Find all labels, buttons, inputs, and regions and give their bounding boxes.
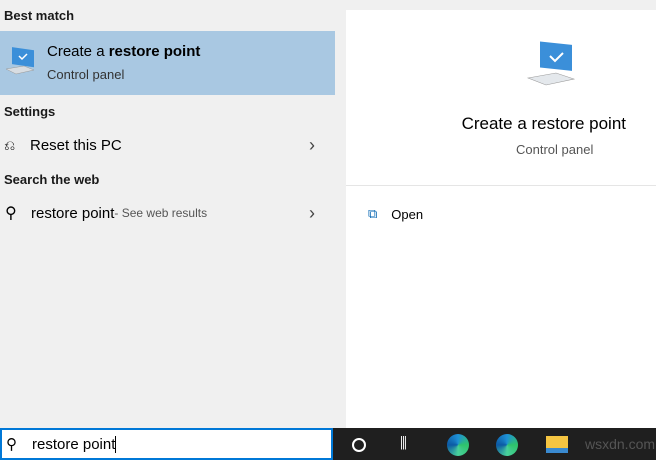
open-icon: ⧉ xyxy=(368,206,378,221)
best-match-subtitle: Control panel xyxy=(47,67,125,82)
best-match-title: Create a restore point xyxy=(47,43,201,60)
results-panel: Best match Create a restore point Contro… xyxy=(0,0,335,428)
chevron-right-icon: › xyxy=(309,134,315,155)
open-label: Open xyxy=(391,206,424,222)
settings-header: Settings xyxy=(4,104,56,119)
reset-pc-item[interactable]: ⎌ Reset this PC › xyxy=(0,129,335,161)
task-view-icon[interactable]: ⫼ xyxy=(400,435,407,452)
chevron-right-icon: › xyxy=(309,202,315,223)
best-match-header: Best match xyxy=(4,8,75,23)
search-icon: ⚲ xyxy=(6,436,17,453)
preview-subtitle: Control panel xyxy=(516,142,594,157)
edge-icon[interactable] xyxy=(496,434,518,456)
computer-icon xyxy=(5,47,35,75)
edge-icon[interactable] xyxy=(447,434,469,456)
preview-panel: Create a restore point Control panel ⧉ O… xyxy=(346,10,656,428)
reset-icon: ⎌ xyxy=(4,136,16,153)
reset-pc-label: Reset this PC xyxy=(30,136,122,154)
search-input[interactable]: restore point xyxy=(32,435,117,453)
search-icon: ⚲ xyxy=(5,205,17,222)
web-suffix: - See web results xyxy=(114,206,208,220)
watermark: wsxdn.com xyxy=(585,436,656,452)
web-search-item[interactable]: ⚲ restore point - See web results › xyxy=(0,197,335,229)
divider xyxy=(346,185,656,186)
best-match-item[interactable]: Create a restore point Control panel xyxy=(0,31,335,95)
search-box[interactable]: ⚲ restore point xyxy=(0,428,333,460)
web-header: Search the web xyxy=(4,172,100,187)
open-action[interactable]: ⧉ Open xyxy=(368,206,423,222)
taskbar: ⫼ wsxdn.com xyxy=(333,428,656,460)
web-query: restore point xyxy=(31,204,115,222)
file-explorer-icon[interactable] xyxy=(546,436,568,453)
cortana-icon[interactable] xyxy=(352,438,366,452)
computer-icon xyxy=(526,41,576,86)
preview-title: Create a restore point xyxy=(461,114,626,133)
